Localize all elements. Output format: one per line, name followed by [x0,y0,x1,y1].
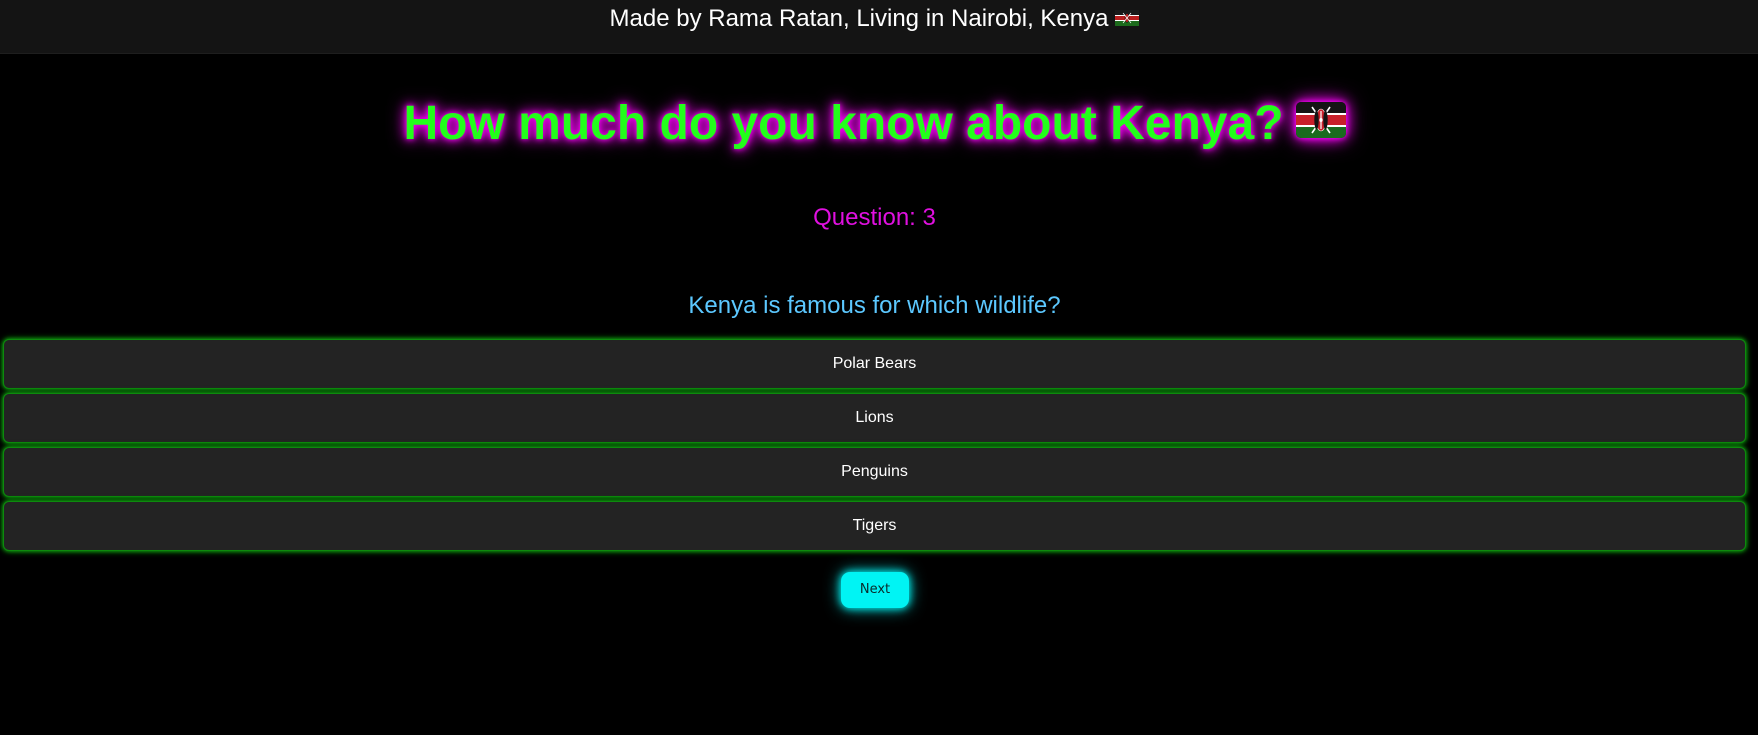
question-text: Kenya is famous for which wildlife? [688,292,1061,319]
answer-option-penguins[interactable]: Penguins [3,447,1746,497]
kenya-flag-icon [1295,102,1346,139]
page-title: How much do you know about Kenya? [0,96,1749,152]
question-number: Question: 3 [813,204,936,231]
answer-option-lions[interactable]: Lions [3,393,1746,443]
answer-options: Polar Bears Lions Penguins Tigers [3,339,1746,555]
credit-line: Made by Rama Ratan, Living in Nairobi, K… [0,5,1749,33]
credit-text: Made by Rama Ratan, Living in Nairobi, K… [609,5,1109,32]
answer-option-polar-bears[interactable]: Polar Bears [3,339,1746,389]
kenya-flag-icon [1115,9,1140,26]
top-bar: Made by Rama Ratan, Living in Nairobi, K… [0,0,1758,53]
next-button[interactable]: Next [841,572,909,608]
answer-option-tigers[interactable]: Tigers [3,501,1746,551]
page-title-text: How much do you know about Kenya? [403,97,1284,150]
